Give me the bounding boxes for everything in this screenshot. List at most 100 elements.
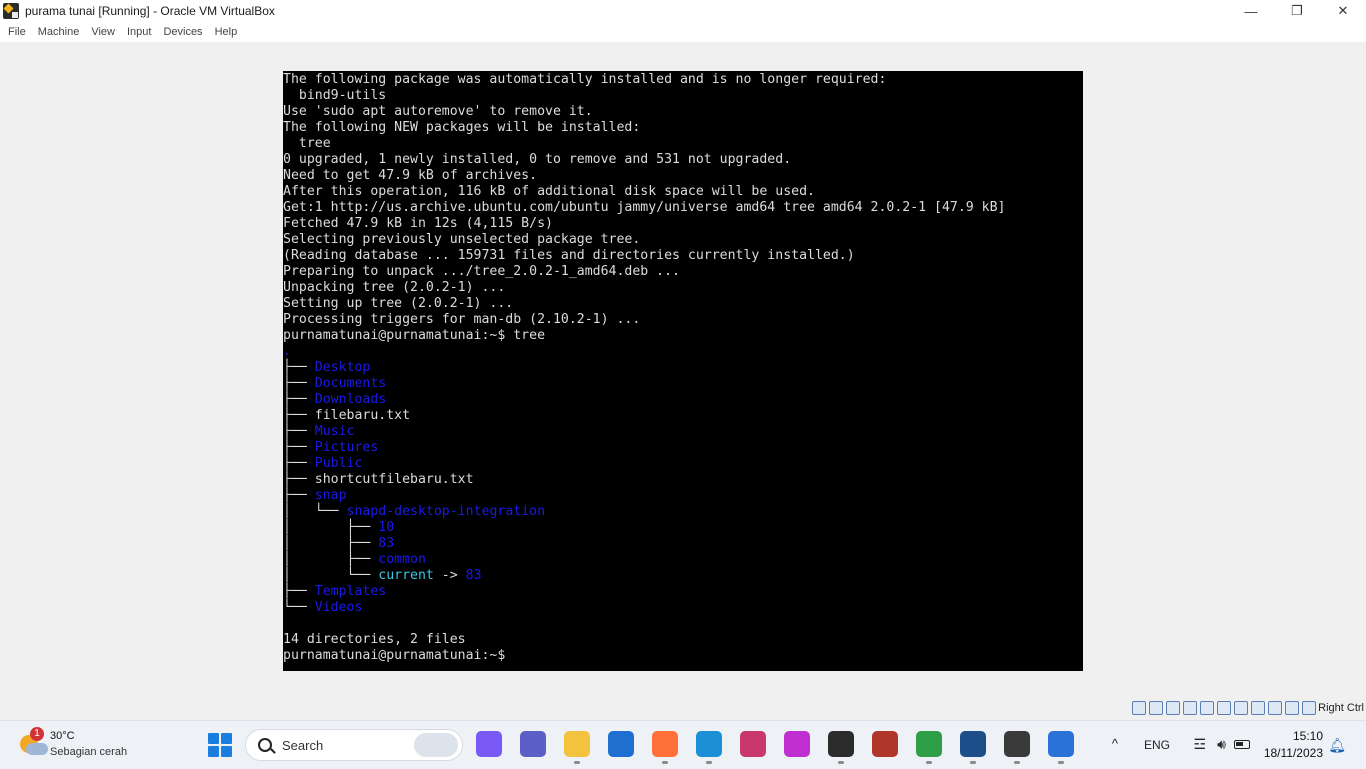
terminal-line: 0 upgraded, 1 newly installed, 0 to remo… — [283, 152, 1006, 168]
teams-icon[interactable] — [520, 731, 546, 757]
terminal-line: ├── Pictures — [283, 440, 1006, 456]
terminal-text: ├── — [283, 440, 315, 455]
input-language[interactable]: ENG — [1144, 738, 1170, 752]
terminal-text: purnamatunai@purnamatunai:~$ — [283, 648, 506, 663]
winrar-icon[interactable] — [872, 731, 898, 757]
terminal-text: ├── filebaru.txt — [283, 408, 411, 423]
terminal-text: common — [378, 552, 426, 567]
terminal-text: ├── — [283, 456, 315, 471]
wps-icon[interactable] — [784, 731, 810, 757]
mouse-integration-icon[interactable] — [1285, 701, 1299, 715]
windows-logo-tile — [221, 733, 232, 744]
terminal-line: The following package was automatically … — [283, 72, 1006, 88]
menu-input[interactable]: Input — [127, 26, 151, 38]
audio-icon[interactable] — [1166, 701, 1180, 715]
menu-help[interactable]: Help — [215, 26, 238, 38]
terminal-text: Processing triggers for man-db (2.10.2-1… — [283, 312, 641, 327]
volume-icon[interactable]: 🔊︎ — [1217, 736, 1226, 753]
search-icon — [258, 738, 272, 752]
terminal-line: The following NEW packages will be insta… — [283, 120, 1006, 136]
terminal-line: └── Videos — [283, 600, 1006, 616]
terminal-text: │ └── — [283, 568, 379, 583]
optical-drive-icon[interactable] — [1149, 701, 1163, 715]
photos-icon[interactable] — [1048, 731, 1074, 764]
terminal-text: purnamatunai@purnamatunai:~$ tree — [283, 328, 546, 343]
copilot-icon[interactable] — [476, 731, 502, 757]
terminal-text: . — [283, 344, 291, 359]
chrome-icon[interactable] — [916, 731, 942, 764]
guest-terminal[interactable]: The following package was automatically … — [283, 71, 1083, 671]
terminal-line: ├── shortcutfilebaru.txt — [283, 472, 1006, 488]
terminal-text: Documents — [314, 376, 387, 391]
terminal-text: Selecting previously unselected package … — [283, 232, 641, 247]
battery-icon[interactable] — [1234, 740, 1250, 749]
terminal-text: 0 upgraded, 1 newly installed, 0 to remo… — [283, 152, 792, 167]
host-key-label: Right Ctrl — [1318, 702, 1364, 714]
terminal-line: │ ├── common — [283, 552, 1006, 568]
terminal-line: Preparing to unpack .../tree_2.0.2-1_amd… — [283, 264, 1006, 280]
terminal-text: 10 — [378, 520, 395, 535]
shared-folders-icon[interactable] — [1217, 701, 1231, 715]
file-explorer-icon[interactable] — [564, 731, 590, 764]
terminal-text: bind9-utils — [283, 88, 387, 103]
start-button[interactable] — [208, 733, 232, 757]
menu-machine[interactable]: Machine — [38, 26, 80, 38]
notification-bell-icon[interactable]: 🔔︎ — [1328, 737, 1346, 754]
usb-icon[interactable] — [1200, 701, 1214, 715]
hard-disk-icon[interactable] — [1132, 701, 1146, 715]
terminal-text: The following package was automatically … — [283, 72, 887, 87]
virtualbox-icon[interactable] — [960, 731, 986, 764]
terminal-text: Preparing to unpack .../tree_2.0.2-1_amd… — [283, 264, 680, 279]
taskbar: 1 30°C Sebagian cerah Search ^ ENG ☲ 🔊︎ … — [0, 720, 1366, 769]
terminal-line: Selecting previously unselected package … — [283, 232, 1006, 248]
menu-file[interactable]: File — [8, 26, 26, 38]
terminal-text: Use 'sudo apt autoremove' to remove it. — [283, 104, 593, 119]
terminal-text: └── — [283, 600, 315, 615]
wifi-icon[interactable]: ☲ — [1193, 736, 1206, 753]
terminal-line: 14 directories, 2 files — [283, 632, 1006, 648]
show-hidden-icons-chevron-icon[interactable]: ^ — [1112, 736, 1118, 751]
terminal-line: (Reading database ... 159731 files and d… — [283, 248, 1006, 264]
windows-logo-tile — [208, 733, 219, 744]
cpu-icon[interactable] — [1268, 701, 1282, 715]
terminal-line: ├── Public — [283, 456, 1006, 472]
terminal-text: snap — [314, 488, 347, 503]
app-blue-icon[interactable] — [608, 731, 634, 757]
menu-view[interactable]: View — [91, 26, 115, 38]
display-icon[interactable] — [1234, 701, 1248, 715]
minimize-button[interactable]: — — [1228, 0, 1274, 22]
taskbar-search[interactable]: Search — [245, 729, 463, 761]
terminal-text: ├── — [283, 488, 315, 503]
terminal-text: -> — [433, 568, 466, 583]
terminal-icon[interactable] — [828, 731, 854, 764]
weather-condition: Sebagian cerah — [50, 746, 128, 758]
terminal-line: purnamatunai@purnamatunai:~$ — [283, 648, 1006, 664]
terminal-text: After this operation, 116 kB of addition… — [283, 184, 815, 199]
weather-widget[interactable]: 1 30°C Sebagian cerah — [18, 727, 158, 763]
clock-date[interactable]: 18/11/2023 — [1264, 746, 1323, 760]
windows-logo-tile — [221, 746, 232, 757]
recording-icon[interactable] — [1251, 701, 1265, 715]
edge-icon[interactable] — [696, 731, 722, 764]
close-button[interactable]: ✕ — [1320, 0, 1366, 22]
terminal-text: Public — [314, 456, 363, 471]
terminal-text: Pictures — [314, 440, 379, 455]
terminal-text: ├── — [283, 376, 315, 391]
clock-time[interactable]: 15:10 — [1293, 729, 1323, 743]
terminal-text: ├── — [283, 424, 315, 439]
snipping-icon[interactable] — [740, 731, 766, 757]
terminal-text: ├── shortcutfilebaru.txt — [283, 472, 474, 487]
menu-devices[interactable]: Devices — [163, 26, 202, 38]
network-icon[interactable] — [1183, 701, 1197, 715]
terminal-line: Fetched 47.9 kB in 12s (4,115 B/s) — [283, 216, 1006, 232]
window-controls: — ❐ ✕ — [1228, 0, 1366, 22]
terminal-line: ├── filebaru.txt — [283, 408, 1006, 424]
firefox-icon[interactable] — [652, 731, 678, 764]
menu-bar: File Machine View Input Devices Help — [0, 22, 1366, 42]
keyboard-capture-icon[interactable] — [1302, 701, 1316, 715]
terminal-line: . — [283, 344, 1006, 360]
app-dark-icon[interactable] — [1004, 731, 1030, 764]
maximize-button[interactable]: ❐ — [1274, 0, 1320, 22]
terminal-text: snapd-desktop-integration — [346, 504, 546, 519]
terminal-text: │ ├── — [283, 552, 379, 567]
